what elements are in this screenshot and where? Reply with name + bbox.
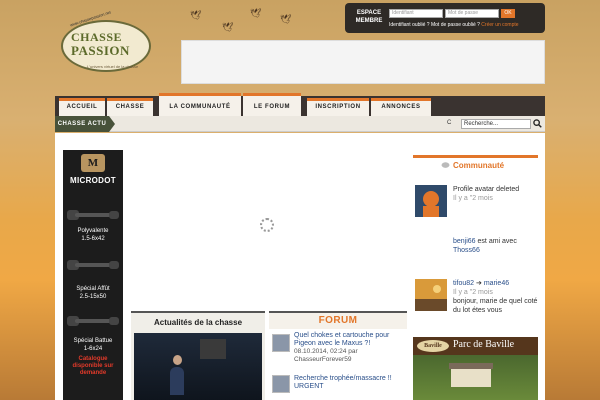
ticker-arrow-icon bbox=[109, 116, 115, 132]
catalogue-note: Catalogue disponible sur demande bbox=[72, 356, 114, 376]
product1-spec: 1.5-6x42 bbox=[81, 236, 105, 242]
baville-ad-header: Baville Parc de Baville bbox=[413, 337, 538, 355]
forum-box: FORUM Quel chokes et cartouche pour Pige… bbox=[269, 311, 407, 400]
chateau-image bbox=[451, 369, 491, 387]
community-header: Communauté bbox=[413, 155, 538, 171]
top-ad-banner[interactable] bbox=[181, 40, 545, 84]
user-link[interactable]: marie46 bbox=[484, 280, 509, 287]
nav-chasse[interactable]: CHASSE bbox=[107, 98, 153, 116]
nav-forum[interactable]: LE FORUM bbox=[243, 93, 301, 117]
news-ticker-bar: CHASSE ACTU C Recherche... bbox=[55, 116, 545, 132]
baville-ad[interactable]: Baville Parc de Baville bbox=[413, 337, 538, 400]
video-person-head bbox=[173, 355, 182, 365]
microdot-brand: MICRODOT bbox=[70, 176, 116, 185]
logo-tagline: L'univers virtuel de la chasse bbox=[87, 64, 139, 69]
user-link[interactable]: benji66 bbox=[453, 238, 476, 245]
news-box-title: Actualités de la chasse bbox=[153, 318, 243, 327]
search-icon[interactable] bbox=[533, 119, 542, 128]
forum-post-thumbnail bbox=[272, 375, 290, 393]
right-sidebar: Communauté Profile avatar deleted Il y a… bbox=[413, 155, 538, 400]
forum-title[interactable]: FORUM bbox=[269, 313, 407, 329]
baville-title: Parc de Baville bbox=[453, 339, 515, 350]
logo-text-line2: PASSION bbox=[71, 43, 130, 58]
activity-message: bonjour, marie de quel coté du lot étes … bbox=[453, 298, 538, 314]
nav-accueil[interactable]: ACCUEIL bbox=[59, 98, 105, 116]
baville-logo: Baville bbox=[417, 340, 449, 352]
microdot-logo: M bbox=[81, 154, 105, 172]
loading-spinner-icon bbox=[260, 218, 274, 232]
news-box: Actualités de la chasse bbox=[131, 311, 265, 400]
username-input[interactable]: Identifiant bbox=[389, 9, 443, 18]
search-input[interactable]: Recherche... bbox=[461, 119, 531, 129]
nav-communaute[interactable]: LA COMMUNAUTÉ bbox=[159, 93, 241, 117]
activity-text: est ami avec bbox=[477, 238, 517, 245]
video-screen bbox=[200, 339, 226, 359]
login-button[interactable]: OK bbox=[501, 9, 515, 18]
forum-post-date: 08.10.2014, 02:24 par bbox=[294, 348, 358, 355]
product3-name: Spécial Battue bbox=[73, 338, 113, 344]
member-panel-title: ESPACE MEMBRE bbox=[355, 10, 383, 24]
main-content: M MICRODOT Polyvalente 1.5-6x42 Spécial … bbox=[55, 133, 545, 400]
password-input[interactable]: Mot de passe bbox=[445, 9, 499, 18]
ticker-text[interactable]: C bbox=[447, 120, 451, 126]
rifle-scope-image bbox=[67, 260, 119, 270]
product3-spec: 1-6x24 bbox=[83, 346, 103, 352]
forgot-link[interactable]: Identifiant oublié ? Mot de passe oublié… bbox=[389, 22, 480, 28]
microdot-ad[interactable]: M MICRODOT Polyvalente 1.5-6x42 Spécial … bbox=[63, 150, 123, 400]
create-account-link[interactable]: Créer un compte bbox=[481, 22, 518, 28]
avatar[interactable] bbox=[415, 185, 447, 217]
community-title: Communauté bbox=[453, 161, 505, 170]
site-container: www.chassepassion.net CHASSE PASSION L'u… bbox=[55, 0, 545, 400]
forum-post-thumbnail bbox=[272, 334, 290, 352]
arrow-icon: ➔ bbox=[475, 280, 482, 287]
product1-name: Polyvalente bbox=[77, 228, 109, 234]
member-links: Identifiant oublié ? Mot de passe oublié… bbox=[389, 22, 519, 28]
activity-text: Profile avatar deleted bbox=[453, 186, 520, 193]
avatar[interactable] bbox=[415, 279, 447, 311]
ticker-label: CHASSE ACTU bbox=[55, 116, 109, 132]
video-person bbox=[170, 367, 184, 395]
activity-time: Il y a "2 mois bbox=[453, 195, 493, 202]
member-login-panel: ESPACE MEMBRE Identifiant Mot de passe O… bbox=[345, 3, 545, 33]
news-video-thumbnail[interactable] bbox=[134, 333, 262, 400]
rifle-scope-image bbox=[67, 316, 119, 326]
site-logo[interactable]: www.chassepassion.net CHASSE PASSION L'u… bbox=[57, 10, 167, 72]
user-link[interactable]: Thoss66 bbox=[453, 246, 538, 255]
activity-time: Il y a "2 mois bbox=[453, 289, 493, 296]
user-link[interactable]: tifou82 bbox=[453, 280, 474, 287]
rifle-scope-image bbox=[67, 210, 119, 220]
product2-name: Spécial Affût bbox=[76, 286, 110, 292]
forum-post-author[interactable]: ChasseurForever59 bbox=[294, 356, 406, 364]
product2-spec: 2.5-15x50 bbox=[79, 294, 107, 300]
forum-post-title[interactable]: Quel chokes et cartouche pour Pigeon ave… bbox=[294, 332, 406, 348]
nav-inscription[interactable]: INSCRIPTION bbox=[307, 98, 369, 116]
nav-annonces[interactable]: ANNONCES bbox=[371, 98, 431, 116]
speech-bubble-icon bbox=[441, 162, 450, 168]
forum-post-title[interactable]: Recherche trophée/massacre !! URGENT bbox=[294, 375, 406, 391]
